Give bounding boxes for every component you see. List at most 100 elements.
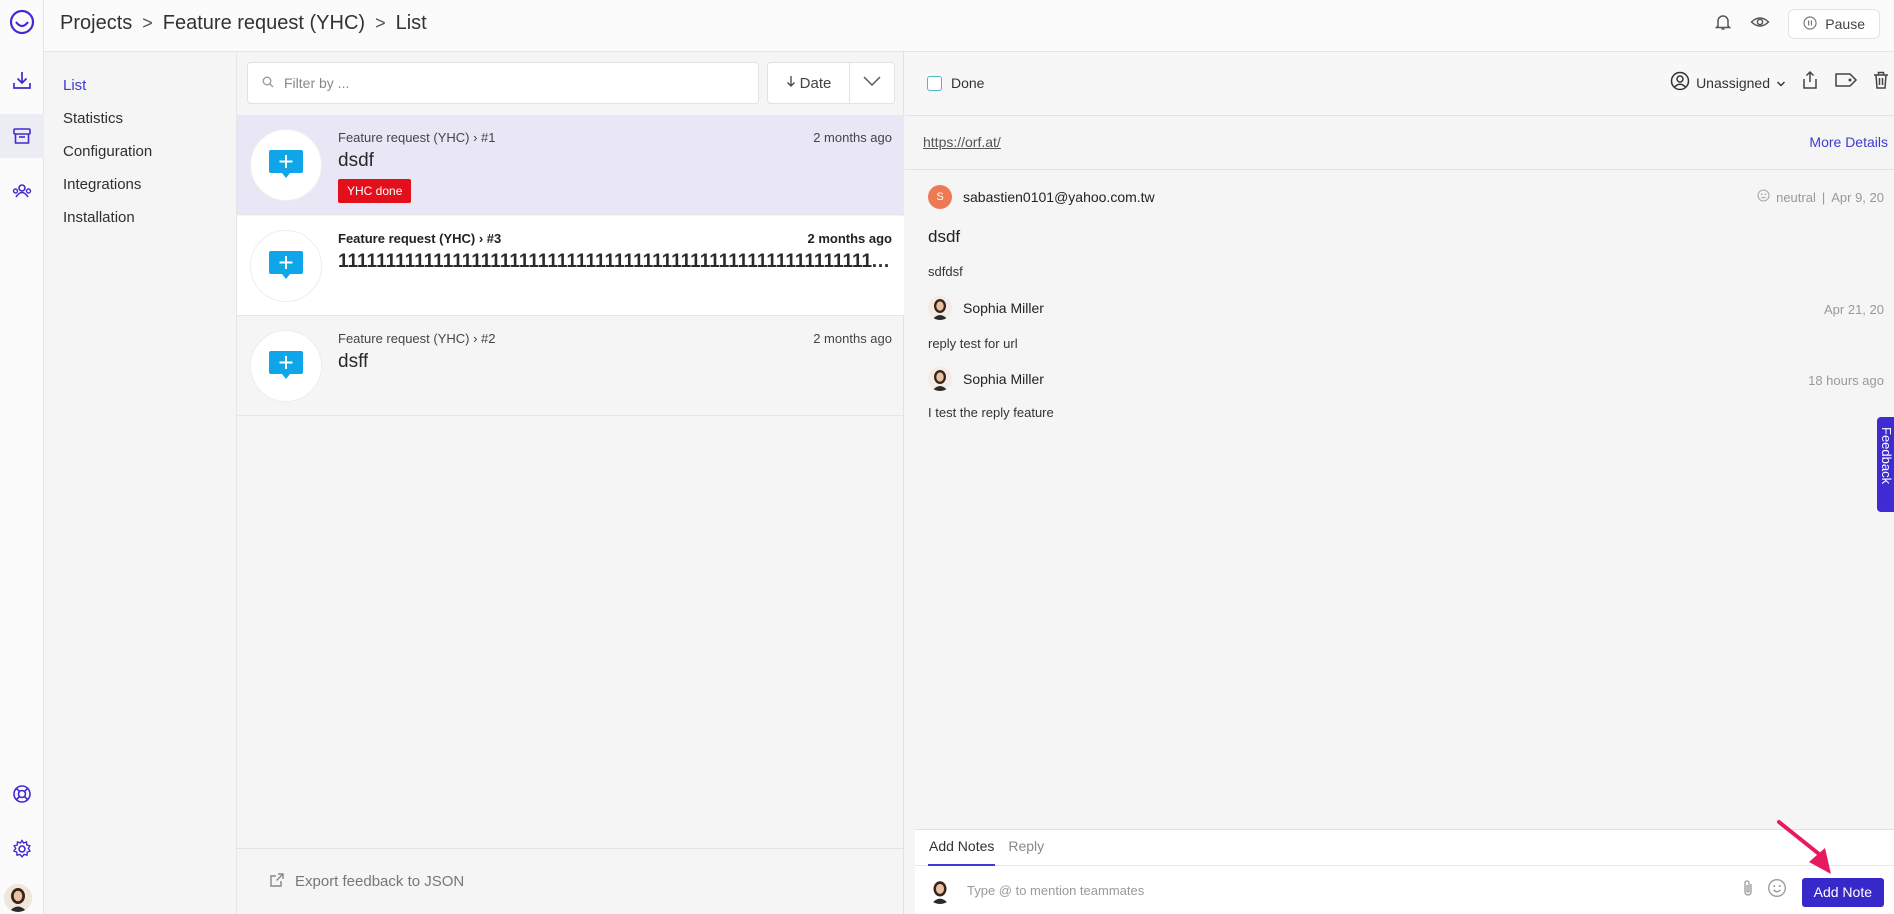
export-label: Export feedback to JSON (295, 873, 465, 890)
tab-add-notes[interactable]: Add Notes (928, 830, 996, 866)
message-author: S sabastien0101@yahoo.com.tw (928, 185, 1155, 209)
pause-label: Pause (1825, 16, 1865, 32)
pointer-arrow-icon (1777, 820, 1831, 874)
filter-input[interactable]: Filter by ... (247, 62, 759, 104)
sub-navigation: List Statistics Configuration Integratio… (44, 52, 237, 914)
done-checkbox[interactable] (927, 76, 942, 91)
neutral-face-icon (1757, 189, 1770, 205)
url-row: https://orf.at/ More Details (905, 116, 1894, 170)
sort-dropdown-button[interactable] (850, 63, 894, 103)
feature-request-icon (250, 230, 322, 302)
settings-gear-icon[interactable] (0, 827, 44, 871)
add-note-button[interactable]: Add Note (1801, 878, 1884, 907)
export-json-button[interactable]: Export feedback to JSON (237, 848, 904, 914)
feedback-tab-label: Feedback (1879, 427, 1894, 485)
message-meta: neutral | Apr 9, 20 (1757, 189, 1884, 205)
item-time: 2 months ago (807, 231, 892, 246)
item-source: Feature request (YHC) › #3 (338, 231, 502, 246)
feature-request-icon (250, 129, 322, 201)
message-author: Sophia Miller (928, 296, 1044, 320)
tag-icon[interactable] (1834, 70, 1858, 95)
search-icon (262, 75, 274, 91)
list-item[interactable]: Feature request (YHC) › #1 2 months ago … (237, 115, 904, 215)
assignee-dropdown[interactable]: Unassigned (1670, 71, 1786, 94)
team-icon[interactable] (0, 169, 44, 213)
bell-icon[interactable] (1714, 13, 1732, 36)
breadcrumb-separator: > (142, 13, 153, 33)
avatar (928, 296, 952, 320)
feature-request-icon (250, 330, 322, 402)
status-badge: YHC done (338, 179, 412, 203)
list-item[interactable]: Feature request (YHC) › #2 2 months ago … (237, 316, 904, 416)
done-label: Done (951, 75, 985, 91)
chevron-down-icon (1776, 75, 1786, 91)
app-root: Projects > Feature request (YHC) > List … (0, 0, 1894, 914)
icon-rail (0, 0, 44, 914)
subnav-item-statistics[interactable]: Statistics (44, 107, 236, 140)
feedback-list-pane: Filter by ... Date Feature request (YHC)… (237, 52, 904, 914)
list-item[interactable]: Feature request (YHC) › #3 2 months ago … (237, 216, 904, 316)
author-email: sabastien0101@yahoo.com.tw (963, 189, 1155, 205)
eye-icon[interactable] (1750, 13, 1770, 36)
item-title: 1111111111111111111111111111111111111111… (338, 251, 891, 272)
breadcrumb-current: List (395, 12, 427, 34)
message-text: I test the reply feature (928, 405, 1054, 420)
subnav-item-installation[interactable]: Installation (44, 206, 236, 239)
composer-tabs: Add Notes Reply (915, 830, 1894, 866)
more-details-link[interactable]: More Details (1809, 134, 1888, 150)
breadcrumb: Projects > Feature request (YHC) > List (60, 12, 427, 35)
avatar (928, 367, 952, 391)
message-date: 18 hours ago (1808, 373, 1884, 388)
filter-row: Filter by ... Date (247, 62, 895, 104)
user-circle-icon (1670, 71, 1690, 94)
note-input[interactable]: Type @ to mention teammates (967, 883, 1737, 898)
chevron-down-icon (862, 74, 882, 92)
feedback-url-link[interactable]: https://orf.at/ (923, 134, 1001, 150)
avatar: S (928, 185, 952, 209)
author-name: Sophia Miller (963, 300, 1044, 316)
item-title: dsff (338, 351, 369, 372)
message-author: Sophia Miller (928, 367, 1044, 391)
message-text: sdfdsf (928, 264, 963, 279)
subnav-item-configuration[interactable]: Configuration (44, 140, 236, 173)
subnav-item-integrations[interactable]: Integrations (44, 173, 236, 206)
export-link-icon (269, 872, 285, 892)
item-time: 2 months ago (813, 130, 892, 145)
sort-date-button[interactable]: Date (768, 63, 850, 103)
breadcrumb-projects[interactable]: Projects (60, 12, 132, 35)
app-logo-icon[interactable] (0, 0, 44, 44)
message-text: reply test for url (928, 336, 1018, 351)
pause-button[interactable]: Pause (1788, 9, 1880, 39)
help-lifebuoy-icon[interactable] (0, 772, 44, 816)
meta-separator: | (1821, 189, 1826, 205)
message-title: dsdf (928, 227, 961, 246)
archive-box-icon[interactable] (0, 114, 44, 158)
message-date: Apr 21, 20 (1824, 302, 1884, 317)
share-icon[interactable] (1800, 70, 1820, 95)
paperclip-icon[interactable] (1741, 879, 1755, 902)
composer-row: Type @ to mention teammates Add Note (915, 866, 1894, 914)
top-bar: Projects > Feature request (YHC) > List … (44, 0, 1894, 52)
trash-icon[interactable] (1872, 70, 1890, 95)
pause-icon (1803, 15, 1817, 33)
detail-actions: Unassigned (1670, 70, 1890, 95)
feedback-side-tab[interactable]: Feedback (1877, 417, 1894, 512)
note-composer: Add Notes Reply Type @ to mention teamma… (915, 829, 1894, 914)
item-source: Feature request (YHC) › #1 (338, 130, 496, 145)
subnav-item-list[interactable]: List (44, 74, 236, 107)
tab-reply[interactable]: Reply (1007, 830, 1045, 866)
breadcrumb-separator: > (375, 13, 386, 33)
avatar (927, 877, 953, 904)
sentiment-label: neutral (1776, 189, 1816, 205)
item-title: dsdf (338, 150, 374, 171)
breadcrumb-project[interactable]: Feature request (YHC) (163, 12, 365, 35)
message-date: Apr 9, 20 (1831, 189, 1884, 205)
detail-header: Done Unassigned (905, 52, 1894, 116)
item-source: Feature request (YHC) › #2 (338, 331, 496, 346)
item-time: 2 months ago (813, 331, 892, 346)
filter-placeholder: Filter by ... (284, 75, 350, 91)
top-actions: Pause (1714, 9, 1880, 39)
arrow-down-icon (786, 75, 796, 92)
inbox-download-icon[interactable] (0, 58, 44, 102)
user-avatar[interactable] (4, 884, 32, 912)
